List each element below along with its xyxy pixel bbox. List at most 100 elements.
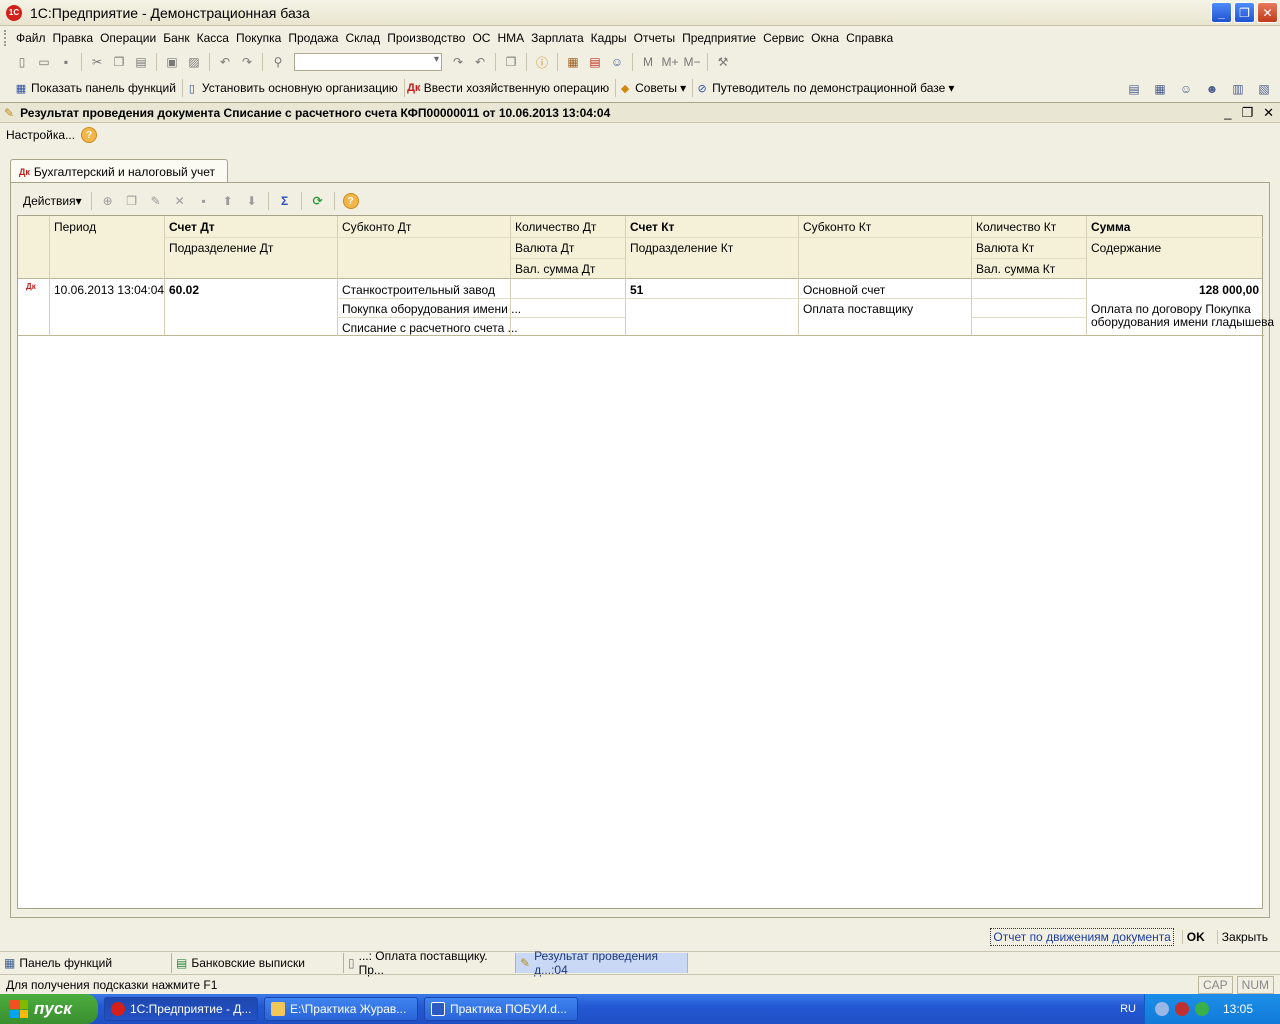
window-tab-functions[interactable]: ▦ Панель функций [0, 952, 172, 973]
postings-table[interactable]: Период Счет Дт Подразделение Дт Субконто… [17, 215, 1274, 909]
help-icon[interactable]: ? [340, 190, 362, 212]
redo-icon[interactable]: ↷ [237, 52, 257, 72]
report-icon[interactable]: ▧ [1254, 79, 1274, 99]
header-sum[interactable]: Сумма [1087, 218, 1134, 236]
shield-icon[interactable] [1175, 1002, 1189, 1016]
menu-help[interactable]: Справка [846, 31, 898, 45]
menu-warehouse[interactable]: Склад [345, 31, 385, 45]
help-icon[interactable]: ? [81, 127, 98, 143]
window-tab-payment[interactable]: ▯ ...: Оплата поставщику. Пр... [344, 949, 516, 977]
staff-icon[interactable]: ☺ [1176, 79, 1196, 99]
task-word[interactable]: Практика ПОБУИ.d... [424, 997, 578, 1021]
documents-icon[interactable]: ▥ [1228, 79, 1248, 99]
header-kt-cur-sum[interactable]: Вал. сумма Кт [972, 260, 1059, 278]
find-prev-icon[interactable]: ↶ [470, 52, 490, 72]
maximize-button[interactable]: ❐ [1234, 2, 1255, 23]
doc-close-button[interactable]: ✕ [1263, 105, 1274, 121]
memory-minus-icon[interactable]: M− [682, 52, 702, 72]
print-icon[interactable]: ▣ [162, 52, 182, 72]
memory-m-icon[interactable]: M [638, 52, 658, 72]
header-dt-currency[interactable]: Валюта Дт [511, 239, 578, 257]
copy-row-icon[interactable]: ❐ [121, 190, 143, 212]
set-org-button[interactable]: ▯ Установить основную организацию [183, 79, 405, 97]
refresh-icon[interactable]: ⟳ [307, 190, 329, 212]
info-icon[interactable]: ⓘ [532, 52, 552, 72]
move-down-icon[interactable]: ⬇ [241, 190, 263, 212]
show-panel-button[interactable]: ▦ Показать панель функций [12, 79, 183, 97]
tips-button[interactable]: ◆ Советы ▾ [616, 79, 694, 97]
new-document-icon[interactable]: ▯ [12, 52, 32, 72]
menu-windows[interactable]: Окна [811, 31, 844, 45]
menu-hr[interactable]: Кадры [591, 31, 632, 45]
header-kt-subconto[interactable]: Субконто Кт [799, 218, 875, 236]
save-row-icon[interactable]: ▪ [193, 190, 215, 212]
catalog-icon[interactable]: ▤ [1124, 79, 1144, 99]
menu-salary[interactable]: Зарплата [531, 31, 589, 45]
save-icon[interactable]: ▪ [56, 52, 76, 72]
copy-icon[interactable]: ❐ [109, 52, 129, 72]
header-kt-account[interactable]: Счет Кт [626, 218, 678, 236]
tools-icon[interactable]: ⚒ [713, 52, 733, 72]
header-dt-subdivision[interactable]: Подразделение Дт [165, 239, 277, 257]
delete-icon[interactable]: ✕ [169, 190, 191, 212]
network-icon[interactable] [1195, 1002, 1209, 1016]
header-kt-currency[interactable]: Валюта Кт [972, 239, 1038, 257]
ok-button[interactable]: OK [1181, 930, 1209, 944]
contractors-icon[interactable]: ☻ [1202, 79, 1222, 99]
search-input[interactable] [294, 53, 442, 71]
header-kt-subdivision[interactable]: Подразделение Кт [626, 239, 737, 257]
users-icon[interactable]: ☺ [607, 52, 627, 72]
window-tab-result[interactable]: ✎ Результат проведения д...:04 [516, 949, 688, 977]
close-document-button[interactable]: Закрыть [1216, 930, 1272, 944]
windows-icon[interactable]: ❐ [501, 52, 521, 72]
header-dt-cur-sum[interactable]: Вал. сумма Дт [511, 260, 599, 278]
add-icon[interactable]: ⊕ [97, 190, 119, 212]
menu-purchase[interactable]: Покупка [236, 31, 286, 45]
actions-menu-button[interactable]: Действия ▾ [19, 190, 86, 212]
search-icon[interactable]: ⚲ [268, 52, 288, 72]
sum-icon[interactable]: Σ [274, 190, 296, 212]
print-preview-icon[interactable]: ▨ [184, 52, 204, 72]
enter-operation-button[interactable]: Дк Ввести хозяйственную операцию [405, 79, 617, 97]
doc-minimize-button[interactable]: _ [1224, 105, 1231, 121]
menu-reports[interactable]: Отчеты [634, 31, 680, 45]
start-button[interactable]: пуск [0, 994, 98, 1024]
menu-sale[interactable]: Продажа [288, 31, 343, 45]
paste-icon[interactable]: ▤ [131, 52, 151, 72]
calculator-icon[interactable]: ▦ [563, 52, 583, 72]
journal-icon[interactable]: ▦ [1150, 79, 1170, 99]
header-dt-qty[interactable]: Количество Дт [511, 218, 600, 236]
open-folder-icon[interactable]: ▭ [34, 52, 54, 72]
header-dt-account[interactable]: Счет Дт [165, 218, 219, 236]
menu-edit[interactable]: Правка [53, 31, 99, 45]
doc-maximize-button[interactable]: ❐ [1241, 105, 1253, 121]
menu-production[interactable]: Производство [387, 31, 470, 45]
close-button[interactable]: ✕ [1257, 2, 1278, 23]
task-1c[interactable]: 1С:Предприятие - Д... [104, 997, 258, 1021]
task-explorer[interactable]: E:\Практика Журав... [264, 997, 418, 1021]
header-dt-subconto[interactable]: Субконто Дт [338, 218, 415, 236]
cut-icon[interactable]: ✂ [87, 52, 107, 72]
window-tab-bank-statements[interactable]: ▤ Банковские выписки [172, 952, 344, 973]
arrow-left-icon[interactable] [1155, 1002, 1169, 1016]
movements-report-button[interactable]: Отчет по движениям документа [990, 928, 1174, 946]
menu-cash[interactable]: Касса [197, 31, 234, 45]
find-next-icon[interactable]: ↷ [448, 52, 468, 72]
edit-icon[interactable]: ✎ [145, 190, 167, 212]
menu-service[interactable]: Сервис [763, 31, 809, 45]
minimize-button[interactable]: _ [1211, 2, 1232, 23]
header-content[interactable]: Содержание [1087, 239, 1165, 257]
undo-icon[interactable]: ↶ [215, 52, 235, 72]
settings-link[interactable]: Настройка... [6, 128, 75, 142]
move-up-icon[interactable]: ⬆ [217, 190, 239, 212]
memory-plus-icon[interactable]: M+ [660, 52, 680, 72]
language-indicator[interactable]: RU [1120, 1003, 1136, 1015]
tab-accounting[interactable]: Дк Бухгалтерский и налоговый учет [10, 159, 229, 183]
menu-os[interactable]: ОС [472, 31, 495, 45]
header-kt-qty[interactable]: Количество Кт [972, 218, 1060, 236]
menu-bank[interactable]: Банк [163, 31, 194, 45]
header-period[interactable]: Период [50, 218, 100, 236]
calendar-icon[interactable]: ▤ [585, 52, 605, 72]
menu-file[interactable]: Файл [16, 31, 51, 45]
menu-nma[interactable]: НМА [497, 31, 529, 45]
